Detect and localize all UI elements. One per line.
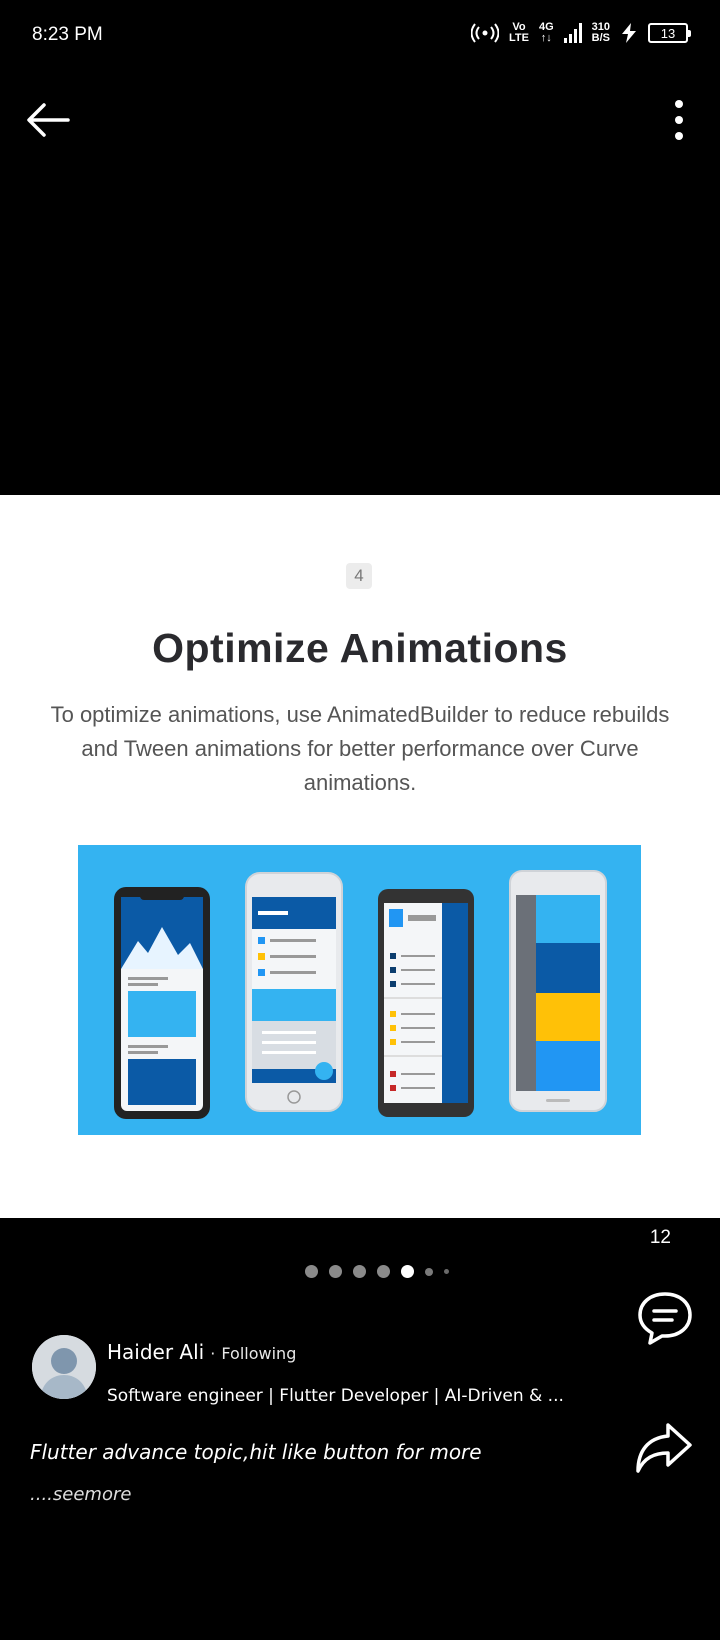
- back-button[interactable]: [22, 96, 74, 144]
- phone-mockup-3: [378, 889, 474, 1117]
- hotspot-icon: [470, 23, 499, 43]
- page-dot[interactable]: [305, 1265, 318, 1278]
- status-time: 8:23 PM: [32, 24, 103, 45]
- page-dot[interactable]: [353, 1265, 366, 1278]
- separator: ·: [210, 1344, 216, 1363]
- avatar[interactable]: [32, 1335, 96, 1399]
- author-name[interactable]: Haider Ali: [107, 1340, 204, 1364]
- back-arrow-icon: [27, 103, 70, 137]
- author-headline: Software engineer | Flutter Developer | …: [107, 1386, 564, 1406]
- battery-icon: 13: [648, 23, 691, 43]
- status-icons: Vo LTE 4G ↑↓ 310 B/S 13: [470, 21, 691, 44]
- phone-mockup-4: [509, 870, 607, 1112]
- follow-status[interactable]: Following: [221, 1344, 296, 1363]
- comment-icon: [638, 1292, 692, 1345]
- phone-mockup-2: [245, 872, 343, 1112]
- battery-level: 13: [660, 25, 676, 41]
- slide-counter: 12: [649, 1227, 671, 1248]
- page-dot[interactable]: [425, 1267, 433, 1276]
- slide-title: Optimize Animations: [152, 625, 568, 671]
- phone-mockup-1: [114, 887, 210, 1119]
- user-avatar-icon: [32, 1335, 96, 1399]
- phones-illustration-graphic: [114, 870, 607, 1119]
- slide-description: To optimize animations, use AnimatedBuil…: [50, 702, 670, 795]
- page-dot-active[interactable]: [401, 1265, 414, 1278]
- comment-button[interactable]: [636, 1289, 694, 1347]
- charging-icon: [622, 23, 636, 43]
- carousel-slide[interactable]: 4 Optimize Animations To optimize animat…: [0, 495, 720, 1218]
- author-line[interactable]: Haider Ali · Following: [107, 1340, 296, 1364]
- signal-icon: [563, 23, 582, 43]
- status-bar: 8:23 PM Vo LTE 4G ↑↓ 310 B/S 13: [0, 0, 720, 72]
- page-dot[interactable]: [377, 1265, 390, 1278]
- share-button[interactable]: [634, 1421, 694, 1475]
- slide-number: 4: [346, 563, 372, 589]
- volte-indicator: Vo LTE: [508, 21, 529, 44]
- phones-illustration: [78, 845, 641, 1135]
- more-options-button[interactable]: [664, 94, 694, 146]
- more-vertical-icon: [675, 100, 683, 108]
- page-indicator[interactable]: [305, 1265, 449, 1278]
- see-more-link[interactable]: ....seemore: [30, 1484, 131, 1505]
- page-dot[interactable]: [329, 1265, 342, 1278]
- page-dot[interactable]: [444, 1269, 449, 1274]
- post-text: Flutter advance topic,hit like button fo…: [30, 1440, 482, 1464]
- network-type: 4G ↑↓: [538, 21, 554, 44]
- share-icon: [636, 1423, 692, 1473]
- network-speed: 310 B/S: [591, 21, 610, 44]
